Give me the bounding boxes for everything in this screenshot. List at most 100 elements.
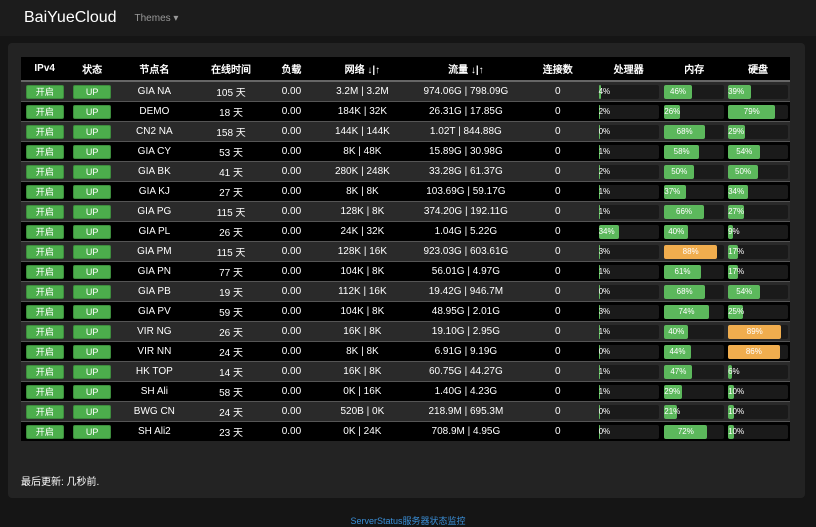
cell-status: UP (68, 101, 116, 122)
status-button[interactable]: UP (73, 404, 112, 419)
table-header: IPv4 状态 节点名 在线时间 负载 网络 ↓|↑ 流量 ↓|↑ 连接数 处理器 内存 硬盘 (21, 57, 790, 82)
ipv4-button[interactable]: 开启 (25, 144, 64, 159)
cell-name: GIA PG (115, 201, 193, 222)
themes-dropdown[interactable]: Themes ▾ (135, 13, 179, 24)
cpu-progress-bar: 1% (598, 144, 659, 159)
ipv4-button[interactable]: 开启 (25, 344, 64, 359)
ipv4-button[interactable]: 开启 (25, 204, 64, 219)
cell-network: 128K | 8K (313, 201, 412, 222)
cell-status: UP (68, 80, 116, 102)
progress-label: 9% (728, 226, 740, 236)
cell-network: 8K | 8K (313, 341, 412, 362)
cell-traffic: 56.01G | 4.97G (411, 261, 521, 282)
disk-progress-bar: 34% (728, 184, 789, 199)
cell-memory: 29% (662, 381, 727, 402)
cpu-progress-bar: 1% (598, 264, 659, 279)
cell-status: UP (68, 401, 116, 422)
ipv4-button[interactable]: 开启 (25, 384, 64, 399)
cell-cpu: 1% (594, 201, 663, 222)
cpu-progress-bar: 0% (598, 404, 659, 419)
status-button[interactable]: UP (73, 104, 112, 119)
cell-load: 0.00 (269, 301, 314, 322)
status-button[interactable]: UP (73, 344, 112, 359)
header-network[interactable]: 网络 ↓|↑ (313, 57, 412, 82)
cell-connections: 0 (520, 341, 595, 362)
status-button[interactable]: UP (73, 224, 112, 239)
ipv4-button[interactable]: 开启 (25, 184, 64, 199)
disk-progress-bar: 25% (728, 304, 789, 319)
memory-progress-bar: 68% (664, 124, 725, 139)
status-button[interactable]: UP (73, 264, 112, 279)
cell-uptime: 59 天 (192, 301, 270, 322)
cell-network: 3.2M | 3.2M (313, 80, 412, 102)
cell-name: GIA CY (115, 141, 193, 162)
cell-uptime: 27 天 (192, 181, 270, 202)
cpu-progress-bar: 0% (598, 284, 659, 299)
cell-cpu: 2% (594, 161, 663, 182)
cell-cpu: 34% (594, 221, 663, 242)
cell-uptime: 115 天 (192, 241, 270, 262)
memory-progress-bar: 47% (664, 364, 725, 379)
ipv4-button[interactable]: 开启 (25, 84, 64, 99)
ipv4-button[interactable]: 开启 (25, 104, 64, 119)
status-button[interactable]: UP (73, 244, 112, 259)
cell-name: DEMO (115, 101, 193, 122)
navbar: BaiYueCloud Themes ▾ (0, 0, 816, 36)
cpu-progress-bar: 0% (598, 344, 659, 359)
status-button[interactable]: UP (73, 184, 112, 199)
header-uptime: 在线时间 (192, 57, 270, 82)
cell-connections: 0 (520, 261, 595, 282)
cell-ipv4: 开启 (21, 121, 69, 142)
ipv4-button[interactable]: 开启 (25, 364, 64, 379)
ipv4-button[interactable]: 开启 (25, 244, 64, 259)
ipv4-button[interactable]: 开启 (25, 304, 64, 319)
ipv4-button[interactable]: 开启 (25, 404, 64, 419)
cell-disk: 54% (726, 281, 790, 302)
ipv4-button[interactable]: 开启 (25, 324, 64, 339)
ipv4-button[interactable]: 开启 (25, 224, 64, 239)
progress-label: 50% (735, 166, 752, 176)
cell-load: 0.00 (269, 80, 314, 102)
status-button[interactable]: UP (73, 84, 112, 99)
status-button[interactable]: UP (73, 124, 112, 139)
progress-label: 54% (736, 286, 753, 296)
progress-label: 89% (746, 326, 763, 336)
footer-link[interactable]: ServerStatus服务器状态监控 (0, 514, 816, 527)
cell-ipv4: 开启 (21, 101, 69, 122)
ipv4-button[interactable]: 开启 (25, 124, 64, 139)
status-button[interactable]: UP (73, 164, 112, 179)
status-button[interactable]: UP (73, 384, 112, 399)
memory-progress-bar: 40% (664, 224, 725, 239)
header-traffic[interactable]: 流量 ↓|↑ (411, 57, 521, 82)
cell-load: 0.00 (269, 321, 314, 342)
status-panel: IPv4 状态 节点名 在线时间 负载 网络 ↓|↑ 流量 ↓|↑ 连接数 处理器 内存 硬盘 开启… (8, 43, 805, 498)
ipv4-button[interactable]: 开启 (25, 424, 64, 439)
table-row: 开启 UP CN2 NA 158 天 0.00 144K | 144K 1.02T | 84… (21, 121, 790, 142)
cell-connections: 0 (520, 301, 595, 322)
cell-traffic: 15.89G | 30.98G (411, 141, 521, 162)
status-button[interactable]: UP (73, 284, 112, 299)
progress-label: 58% (673, 146, 690, 156)
table-row: 开启 UP BWG CN 24 天 0.00 520B | 0K 218.9M | 695.… (21, 401, 790, 422)
ipv4-button[interactable]: 开启 (25, 284, 64, 299)
ipv4-button[interactable]: 开启 (25, 164, 64, 179)
ipv4-button[interactable]: 开启 (25, 264, 64, 279)
progress-label: 1% (598, 266, 611, 276)
brand[interactable]: BaiYueCloud (24, 9, 117, 27)
cpu-progress-bar: 1% (598, 184, 659, 199)
status-button[interactable]: UP (73, 204, 112, 219)
status-button[interactable]: UP (73, 144, 112, 159)
cell-ipv4: 开启 (21, 381, 69, 402)
status-button[interactable]: UP (73, 304, 112, 319)
progress-label: 50% (671, 166, 688, 176)
status-button[interactable]: UP (73, 424, 112, 439)
cpu-progress-bar: 1% (598, 204, 659, 219)
cell-traffic: 374.20G | 192.11G (411, 201, 521, 222)
status-button[interactable]: UP (73, 364, 112, 379)
cell-disk: 89% (726, 321, 790, 342)
progress-label: 0% (598, 126, 611, 136)
status-button[interactable]: UP (73, 324, 112, 339)
cell-load: 0.00 (269, 141, 314, 162)
header-name: 节点名 (115, 57, 193, 82)
progress-label: 17% (728, 246, 745, 256)
